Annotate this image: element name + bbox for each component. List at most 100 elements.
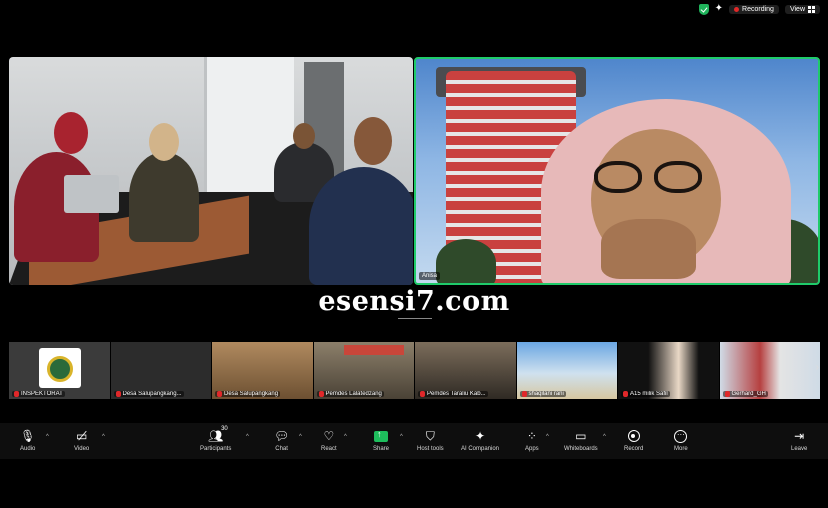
share-label: Share: [373, 446, 390, 452]
meeting-toolbar: 🎙︎ Audio ^ ▭̸ Video ^ 👥︎ 30 Participants …: [0, 423, 828, 459]
leave-icon: ⇥: [794, 429, 805, 443]
apps-label: Apps: [525, 446, 539, 452]
heart-icon: ♡: [323, 429, 335, 443]
mic-muted-icon: [115, 391, 121, 397]
participant-head: [293, 123, 315, 149]
react-label: React: [321, 446, 337, 452]
participant-head: [54, 112, 88, 154]
video-tile-meeting-room[interactable]: [9, 57, 413, 285]
video-button[interactable]: ▭̸ Video: [74, 428, 89, 452]
apps-options-chevron-icon[interactable]: ^: [546, 434, 549, 440]
participants-count: 30: [221, 426, 228, 432]
top-bar: ✦ Recording View: [0, 0, 828, 18]
record-button[interactable]: Record: [624, 428, 643, 452]
apps-icon: ⁘: [526, 429, 537, 443]
gallery-name: INSPEKTORAT: [21, 391, 63, 397]
ai-companion-sparkle-icon[interactable]: ✦: [715, 4, 723, 14]
gallery-name: Gerhard_GH: [731, 391, 766, 397]
whiteboards-button[interactable]: ▭ Whiteboards: [564, 428, 598, 452]
participant-figure: [129, 152, 199, 242]
gallery-tile[interactable]: A15 milik Safil: [618, 342, 719, 399]
recording-dot-icon: [734, 6, 740, 12]
apps-button[interactable]: ⁘ Apps: [525, 428, 539, 452]
gallery-name: A15 milik Safil: [630, 391, 668, 397]
gallery-next-arrow-icon[interactable]: ›: [816, 362, 819, 373]
glasses-icon: [594, 161, 642, 193]
participant-head: [149, 123, 179, 161]
glasses-icon: [654, 161, 702, 193]
view-button[interactable]: View: [784, 4, 820, 14]
host-tools-label: Host tools: [417, 446, 444, 452]
leave-label: Leave: [791, 446, 808, 452]
gallery-name-tag: Gerhard_GH: [722, 391, 768, 397]
ai-companion-label: AI Companion: [461, 446, 500, 452]
video-tile-active-speaker[interactable]: Anisa: [414, 57, 820, 285]
gallery-name: Desa Salupangkang: [224, 391, 279, 397]
share-options-chevron-icon[interactable]: ^: [400, 434, 403, 440]
ai-sparkle-icon: ✦: [474, 429, 486, 443]
participants-label: Participants: [200, 446, 232, 452]
gallery-tile[interactable]: Pemdes Lalatedzang: [313, 342, 414, 399]
participant-head: [354, 117, 392, 165]
chat-label: Chat: [275, 446, 288, 452]
share-screen-icon: [374, 428, 388, 444]
encryption-shield-icon[interactable]: [698, 3, 709, 15]
audio-options-chevron-icon[interactable]: ^: [46, 434, 49, 440]
top-bar-controls: ✦ Recording View: [698, 2, 820, 16]
gallery-tile[interactable]: Desa Salupangkang: [212, 342, 313, 399]
regency-logo-icon: [39, 348, 81, 388]
recording-indicator[interactable]: Recording: [729, 4, 779, 14]
participants-icon: 👥︎ 30: [208, 426, 228, 443]
chat-icon: 💬︎: [274, 429, 290, 443]
participants-options-chevron-icon[interactable]: ^: [246, 434, 249, 440]
gallery-strip: INSPEKTORAT Desa Salupangkang... Desa Sa…: [9, 342, 820, 399]
gallery-name: Desa Salupangkang...: [122, 391, 182, 397]
gallery-tile[interactable]: INSPEKTORAT: [9, 342, 110, 399]
react-button[interactable]: ♡ React: [321, 428, 337, 452]
participants-button[interactable]: 👥︎ 30 Participants: [200, 426, 232, 452]
more-icon: ···: [674, 428, 688, 444]
gallery-tile[interactable]: Gerhard_GH: [719, 342, 820, 399]
chat-button[interactable]: 💬︎ Chat: [274, 428, 289, 452]
video-options-chevron-icon[interactable]: ^: [102, 434, 105, 440]
gallery-name-tag: Desa Salupangkang...: [113, 391, 184, 397]
banner: [343, 345, 404, 355]
gallery-tile[interactable]: Pemdes Taraliu Kab...: [415, 342, 516, 399]
chat-options-chevron-icon[interactable]: ^: [299, 434, 302, 440]
react-options-chevron-icon[interactable]: ^: [344, 434, 347, 440]
gallery-name-tag: A15 milik Safil: [621, 391, 670, 397]
record-label: Record: [624, 446, 644, 452]
video-label: Video: [74, 446, 90, 452]
gallery-name-tag: Desa Salupangkang: [215, 391, 281, 397]
grid-view-icon: [808, 5, 815, 13]
mic-muted-icon: [420, 391, 425, 397]
host-tools-button[interactable]: ⛉ Host tools: [417, 428, 444, 453]
mic-muted-icon: 🎙︎: [20, 429, 36, 443]
leave-button[interactable]: ⇥ Leave: [791, 428, 807, 452]
share-button[interactable]: Share: [373, 428, 390, 453]
mic-muted-icon: [217, 391, 222, 397]
audio-label: Audio: [20, 446, 36, 452]
tree: [436, 239, 496, 283]
participant-figure: [309, 167, 413, 285]
whiteboards-label: Whiteboards: [564, 446, 598, 452]
gallery-name: Pemdes Taraliu Kab...: [427, 391, 486, 397]
more-label: More: [674, 446, 688, 452]
camera-off-icon: ▭̸: [75, 429, 88, 443]
gallery-tile[interactable]: Desa Salupangkang...: [110, 342, 211, 399]
mic-muted-icon: [623, 391, 628, 397]
whiteboards-options-chevron-icon[interactable]: ^: [603, 434, 606, 440]
participant-name-tag: Anisa: [419, 272, 441, 280]
gallery-name: shaqilani rani: [528, 391, 564, 397]
more-button[interactable]: ··· More: [674, 428, 688, 452]
view-label: View: [789, 5, 805, 13]
gallery-name-tag: Pemdes Taraliu Kab...: [418, 391, 488, 397]
record-icon: [627, 428, 640, 444]
ai-companion-button[interactable]: ✦ AI Companion: [461, 428, 499, 452]
mic-muted-icon: [724, 391, 730, 397]
watermark-text: esensi7.com: [318, 286, 510, 317]
gallery-tile[interactable]: shaqilani rani: [516, 342, 617, 399]
audio-button[interactable]: 🎙︎ Audio: [20, 428, 35, 452]
gallery-name-tag: INSPEKTORAT: [12, 391, 65, 397]
mic-muted-icon: [521, 391, 527, 397]
